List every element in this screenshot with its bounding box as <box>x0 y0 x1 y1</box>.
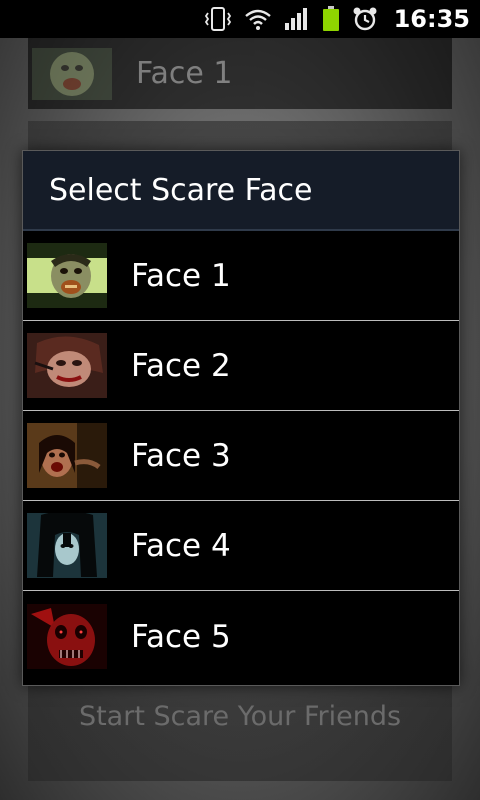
face-3-label: Face 3 <box>131 437 231 474</box>
start-scare-button[interactable]: Start Scare Your Friends <box>28 690 452 742</box>
face-1-thumbnail <box>27 243 107 308</box>
face-4-thumbnail <box>27 513 107 578</box>
vibrate-icon <box>204 6 232 32</box>
list-item-face-5[interactable]: Face 5 <box>23 591 459 682</box>
face-list: Face 1 Face 2 Face 3 Face 4 Face 5 <box>23 231 459 682</box>
alarm-icon <box>352 6 378 32</box>
wifi-icon <box>244 7 272 31</box>
face-2-thumbnail <box>27 333 107 398</box>
face-5-label: Face 5 <box>131 618 231 655</box>
battery-icon <box>322 6 340 32</box>
face-1-label: Face 1 <box>131 257 231 294</box>
face-2-label: Face 2 <box>131 347 231 384</box>
list-item-face-4[interactable]: Face 4 <box>23 501 459 591</box>
list-item-face-2[interactable]: Face 2 <box>23 321 459 411</box>
face-5-thumbnail <box>27 604 107 669</box>
clock: 16:35 <box>393 5 470 33</box>
list-item-face-1[interactable]: Face 1 <box>23 231 459 321</box>
signal-icon <box>284 7 310 31</box>
dialog-header: Select Scare Face <box>23 151 459 231</box>
face-thumbnail <box>32 47 112 100</box>
dialog-title: Select Scare Face <box>49 172 313 208</box>
face-4-label: Face 4 <box>131 527 231 564</box>
status-bar: 16:35 <box>0 0 480 38</box>
spinner-label: Face 1 <box>136 56 233 91</box>
list-item-face-3[interactable]: Face 3 <box>23 411 459 501</box>
face-3-thumbnail <box>27 423 107 488</box>
select-face-dialog: Select Scare Face Face 1 Face 2 Face 3 F… <box>22 150 460 686</box>
face-spinner[interactable]: Face 1 <box>28 38 452 109</box>
